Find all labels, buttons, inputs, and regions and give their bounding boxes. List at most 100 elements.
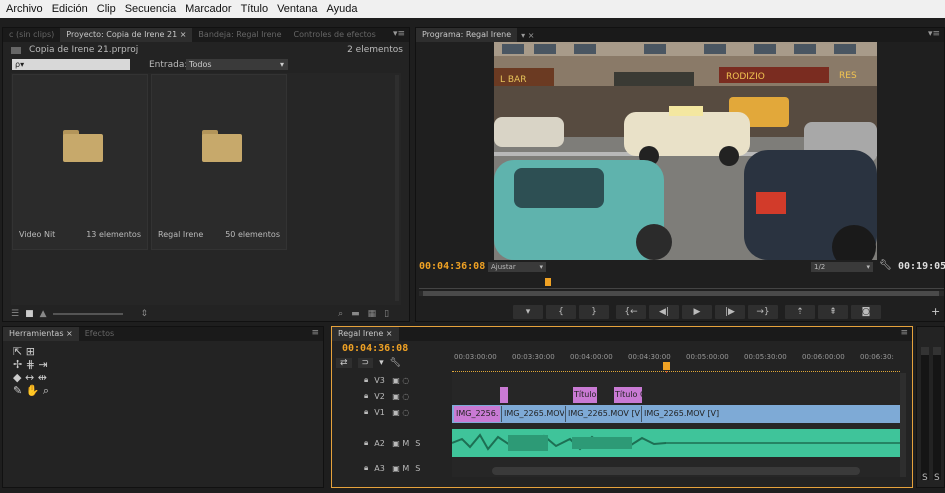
vertical-scrollbar[interactable] xyxy=(900,373,906,477)
program-timecode[interactable]: 00:04:36:08 xyxy=(419,261,485,272)
time-ruler[interactable]: 00:03:00:00 00:03:30:00 00:04:00:00 00:0… xyxy=(452,351,900,372)
scrollbar[interactable] xyxy=(492,467,860,475)
timeline-timecode[interactable]: 00:04:36:08 xyxy=(342,343,408,354)
go-to-out-button[interactable]: →} xyxy=(748,305,778,319)
menu-ventana[interactable]: Ventana xyxy=(277,3,317,15)
sort-icon[interactable]: ⇕ xyxy=(141,309,149,319)
menu-titulo[interactable]: Título xyxy=(241,3,269,15)
mute-icon[interactable]: ▣ M xyxy=(392,464,409,473)
video-clip[interactable]: IMG_2265.MOV [V] xyxy=(641,406,733,422)
audio-clip[interactable] xyxy=(452,429,900,457)
rate-stretch-icon[interactable]: ⇥ xyxy=(38,358,47,371)
tab-efectos[interactable]: Efectos xyxy=(79,327,120,341)
go-to-in-button[interactable]: {← xyxy=(616,305,646,319)
menu-archivo[interactable]: Archivo xyxy=(6,3,43,15)
video-clip[interactable]: IMG_2256. xyxy=(454,406,500,422)
step-forward-button[interactable]: |▶ xyxy=(715,305,745,319)
lock-icon[interactable]: 🔒︎ xyxy=(364,375,368,385)
extract-button[interactable]: ⇞ xyxy=(818,305,848,319)
panel-menu-icon[interactable]: ▾≡ xyxy=(393,29,405,39)
slide-icon[interactable]: ⇹ xyxy=(38,371,47,384)
lock-icon[interactable]: 🔒︎ xyxy=(364,391,368,401)
track-select-icon[interactable]: ⊞ xyxy=(26,345,35,358)
mark-out-button[interactable]: } xyxy=(579,305,609,319)
chevron-down-icon[interactable]: ▾ × xyxy=(521,31,534,40)
tab-bin-empty[interactable]: c (sin clips) xyxy=(3,28,60,42)
tab-sequence[interactable]: Regal Irene × xyxy=(332,327,399,341)
title-clip[interactable]: Título C xyxy=(614,387,642,403)
search-input[interactable]: ρ▾ xyxy=(12,59,130,70)
list-view-icon[interactable]: ☰ xyxy=(11,309,19,319)
linked-selection-icon[interactable]: ⊃ xyxy=(357,358,374,368)
tab-effect-controls[interactable]: Controles de efectos xyxy=(288,28,382,42)
tab-bin-regal[interactable]: Bandeja: Regal Irene xyxy=(192,28,287,42)
menu-edicion[interactable]: Edición xyxy=(52,3,88,15)
tab-program[interactable]: Programa: Regal Irene xyxy=(416,28,518,42)
solo-left-button[interactable]: S xyxy=(922,473,928,483)
play-button[interactable]: ▶ xyxy=(682,305,712,319)
step-back-button[interactable]: ◀| xyxy=(649,305,679,319)
toggle-output-icon[interactable]: ▣ ◌ xyxy=(392,376,409,385)
folder-tile[interactable]: Regal Irene 50 elementos xyxy=(151,74,287,250)
menu-marcador[interactable]: Marcador xyxy=(185,3,231,15)
panel-menu-icon[interactable]: ≡ xyxy=(311,328,319,338)
panel-menu-icon[interactable]: ▾≡ xyxy=(928,29,940,39)
menu-ayuda[interactable]: Ayuda xyxy=(326,3,357,15)
folder-tile[interactable]: Video Nit 13 elementos xyxy=(12,74,148,250)
menu-secuencia[interactable]: Secuencia xyxy=(125,3,176,15)
mark-in-button[interactable]: { xyxy=(546,305,576,319)
lift-button[interactable]: ⇡ xyxy=(785,305,815,319)
resolution-select[interactable]: 1/2 ▾ xyxy=(811,262,873,272)
video-clip[interactable]: IMG_2265.MOV [ xyxy=(501,406,564,422)
hand-icon[interactable]: ✋ xyxy=(26,384,40,397)
solo-toggle[interactable]: S xyxy=(415,464,420,473)
zoom-scrollbar[interactable] xyxy=(419,291,944,296)
title-clip[interactable]: Título xyxy=(573,387,597,403)
export-frame-button[interactable]: ◙ xyxy=(851,305,881,319)
solo-toggle[interactable]: S xyxy=(415,439,420,448)
monitor-ruler[interactable] xyxy=(419,278,944,289)
fit-select[interactable]: Ajustar ▾ xyxy=(488,262,546,272)
add-marker-icon[interactable]: ▾ xyxy=(379,358,384,368)
search-icon[interactable]: ⌕ xyxy=(338,309,343,319)
new-item-icon[interactable]: ▦ xyxy=(368,309,377,319)
mute-icon[interactable]: ▣ M xyxy=(392,439,409,448)
lock-icon[interactable]: 🔒︎ xyxy=(364,407,368,417)
razor-icon[interactable]: ◆ xyxy=(13,371,21,384)
entrada-select[interactable]: Todos ▾ xyxy=(186,59,288,70)
slip-icon[interactable]: ↔ xyxy=(25,371,34,384)
lock-icon[interactable]: 🔒︎ xyxy=(364,438,368,448)
snap-icon[interactable]: ⇄ xyxy=(336,358,352,368)
project-file-icon xyxy=(11,46,21,54)
zoom-slider[interactable] xyxy=(52,313,123,315)
add-marker-button[interactable]: ▾ xyxy=(513,305,543,319)
toggle-output-icon[interactable]: ▣ ◌ xyxy=(392,408,409,417)
tab-project[interactable]: Proyecto: Copia de Irene 21 × xyxy=(60,28,193,42)
panel-menu-icon[interactable]: ≡ xyxy=(900,328,908,338)
zoom-icon[interactable]: ⌕ xyxy=(43,384,49,397)
lock-icon[interactable]: 🔒︎ xyxy=(364,463,368,473)
tracks-area[interactable]: Título Título C IMG_2256. IMG_2265.MOV [… xyxy=(452,373,900,477)
pen-icon[interactable]: ✎ xyxy=(13,384,22,397)
icon-view-icon[interactable]: ■ xyxy=(25,309,34,319)
zoom-out-icon[interactable]: ▲ xyxy=(40,309,47,319)
trash-icon[interactable]: ▯ xyxy=(384,309,389,319)
new-bin-icon[interactable]: ▬ xyxy=(351,309,360,319)
menu-clip[interactable]: Clip xyxy=(97,3,116,15)
scrollbar[interactable] xyxy=(395,75,399,301)
add-button[interactable]: + xyxy=(931,305,940,318)
svg-text:RODIZIO: RODIZIO xyxy=(726,72,765,82)
solo-right-button[interactable]: S xyxy=(934,473,940,483)
wrench-icon[interactable]: 🔧︎ xyxy=(390,358,401,368)
tab-herramientas[interactable]: Herramientas × xyxy=(3,327,79,341)
selection-tool-icon[interactable]: ⇱ xyxy=(13,345,22,358)
ruler-label: 00:04:30:00 xyxy=(628,353,671,361)
wrench-icon[interactable]: 🔧︎ xyxy=(879,260,892,271)
playhead-marker[interactable] xyxy=(663,362,670,370)
ripple-edit-icon[interactable]: ✢ xyxy=(13,358,22,371)
zoom-scrollbar-thumb[interactable] xyxy=(423,291,939,296)
rolling-edit-icon[interactable]: ⋕ xyxy=(26,358,35,371)
toggle-output-icon[interactable]: ▣ ◌ xyxy=(392,392,409,401)
title-clip[interactable] xyxy=(500,387,508,403)
video-clip[interactable]: IMG_2265.MOV [V] xyxy=(565,406,640,422)
